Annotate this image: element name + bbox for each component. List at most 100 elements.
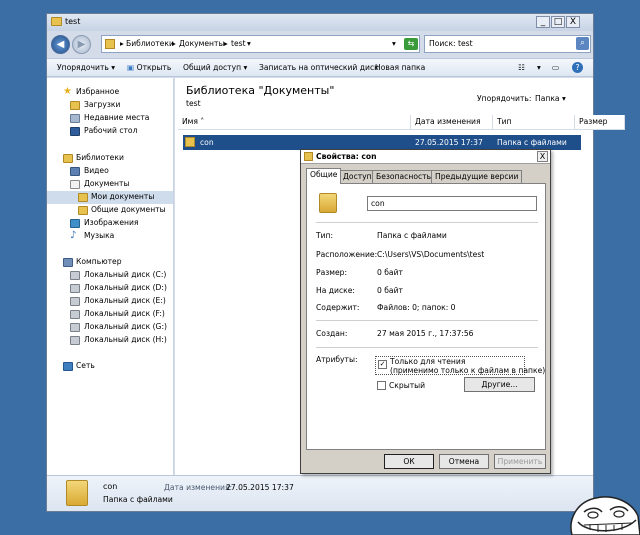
column-header-size[interactable]: Размер <box>575 115 625 130</box>
file-type: Папка с файлами <box>497 138 567 147</box>
column-header-date[interactable]: Дата изменения <box>411 115 493 130</box>
dialog-close-button[interactable]: X <box>537 151 548 162</box>
cancel-button[interactable]: Отмена <box>439 454 489 469</box>
apply-button[interactable]: Применить <box>494 454 546 469</box>
general-tab-panel: con Тип: Папка с файлами Расположение: C… <box>306 183 546 450</box>
created-label: Создан: <box>316 329 348 338</box>
separator <box>316 222 538 223</box>
star-icon: ★ <box>63 86 72 97</box>
column-header-type[interactable]: Тип <box>493 115 575 130</box>
preview-pane-icon[interactable]: ▭ <box>552 63 559 72</box>
recent-places-icon <box>70 114 80 123</box>
tab-sharing[interactable]: Доступ <box>339 170 376 183</box>
back-button[interactable]: ◀ <box>51 35 70 54</box>
library-subtitle: test <box>186 99 201 108</box>
nav-music[interactable]: ♪ Музыка <box>47 230 173 243</box>
contains-value: Файлов: 0; папок: 0 <box>377 303 456 312</box>
organize-label: Упорядочить <box>57 63 109 72</box>
column-header-name[interactable]: Имя ˄ <box>178 115 411 130</box>
nav-images-label: Изображения <box>84 218 139 227</box>
nav-network-label: Сеть <box>76 361 95 370</box>
library-title: Библиотека "Документы" <box>186 84 335 97</box>
nav-drive-g[interactable]: Локальный диск (G:) <box>47 321 173 334</box>
navigation-pane: ★ Избранное Загрузки Недавние места Рабо… <box>47 78 174 475</box>
drive-icon <box>70 323 80 332</box>
sort-up-icon: ˄ <box>200 117 205 126</box>
downloads-icon <box>70 101 80 110</box>
nav-public-documents[interactable]: Общие документы <box>47 204 173 217</box>
nav-drive-f[interactable]: Локальный диск (F:) <box>47 308 173 321</box>
open-button[interactable]: ▣ Открыть <box>127 63 171 72</box>
drive-icon <box>70 336 80 345</box>
nav-my-documents[interactable]: Мои документы <box>47 191 173 204</box>
chevron-down-icon[interactable]: ▾ <box>537 63 541 72</box>
ok-button[interactable]: ОК <box>384 454 434 469</box>
desktop-icon <box>70 127 80 136</box>
maximize-button[interactable]: □ <box>551 16 565 28</box>
nav-drive-c[interactable]: Локальный диск (C:) <box>47 269 173 282</box>
folder-large-icon <box>319 193 337 213</box>
nav-music-label: Музыка <box>84 231 115 240</box>
breadcrumb-test[interactable]: test <box>231 39 246 48</box>
drive-label: Локальный диск (D:) <box>84 283 167 292</box>
folder-name-input[interactable]: con <box>367 196 537 211</box>
details-name: con <box>103 482 118 491</box>
chevron-right-icon: ▸ <box>120 39 124 48</box>
history-dropdown-icon[interactable]: ▾ <box>392 39 396 48</box>
tab-general[interactable]: Общие <box>306 168 342 184</box>
drive-label: Локальный диск (E:) <box>84 296 166 305</box>
dialog-title-bar[interactable]: Свойства: con X <box>301 150 550 164</box>
drive-label: Локальный диск (H:) <box>84 335 167 344</box>
burn-button[interactable]: Записать на оптический диск <box>259 63 379 72</box>
new-folder-button[interactable]: Новая папка <box>375 63 425 72</box>
view-options-icon[interactable]: ☷ <box>518 63 525 72</box>
readonly-label-line2: (применимо только к файлам в папке) <box>390 366 546 375</box>
nav-favorites[interactable]: ★ Избранное <box>47 86 173 99</box>
nav-drive-e[interactable]: Локальный диск (E:) <box>47 295 173 308</box>
arrange-by-dropdown[interactable]: Папка ▾ <box>535 94 566 103</box>
title-bar[interactable]: test _ □ X <box>47 14 593 31</box>
nav-downloads[interactable]: Загрузки <box>47 99 173 112</box>
nav-drive-h[interactable]: Локальный диск (H:) <box>47 334 173 347</box>
nav-desktop[interactable]: Рабочий стол <box>47 125 173 138</box>
readonly-checkbox[interactable]: ✓ Только для чтения (применимо только к … <box>375 356 545 375</box>
address-bar[interactable]: ▸ Библиотеки ▸ Документы ▸ test ▾ ▾ ⇆ <box>101 35 420 53</box>
nav-desktop-label: Рабочий стол <box>84 126 138 135</box>
hidden-checkbox[interactable]: Скрытый <box>377 380 447 392</box>
minimize-button[interactable]: _ <box>536 16 550 28</box>
nav-video[interactable]: Видео <box>47 165 173 178</box>
properties-dialog: Свойства: con X Общие Доступ Безопасност… <box>300 149 551 474</box>
network-icon <box>63 362 73 371</box>
forward-button[interactable]: ▶ <box>72 35 91 54</box>
nav-libraries[interactable]: Библиотеки <box>47 152 173 165</box>
share-button[interactable]: Общий доступ ▾ <box>183 63 247 72</box>
open-label: Открыть <box>136 63 172 72</box>
video-icon <box>70 167 80 176</box>
hidden-label: Скрытый <box>389 381 426 390</box>
refresh-icon[interactable]: ⇆ <box>404 38 418 50</box>
nav-recent[interactable]: Недавние места <box>47 112 173 125</box>
advanced-attributes-button[interactable]: Другие... <box>464 377 535 392</box>
nav-drive-d[interactable]: Локальный диск (D:) <box>47 282 173 295</box>
breadcrumb-documents[interactable]: Документы <box>179 39 224 48</box>
nav-documents[interactable]: Документы <box>47 178 173 191</box>
help-icon[interactable]: ? <box>572 62 583 73</box>
nav-network[interactable]: Сеть <box>47 360 173 373</box>
breadcrumb-libraries[interactable]: Библиотеки <box>126 39 174 48</box>
tab-security[interactable]: Безопасность <box>372 170 436 183</box>
close-button[interactable]: X <box>566 16 580 28</box>
nav-video-label: Видео <box>84 166 109 175</box>
tab-previous-versions[interactable]: Предыдущие версии <box>431 170 523 183</box>
nav-computer[interactable]: Компьютер <box>47 256 173 269</box>
search-icon[interactable]: ⌕ <box>576 37 589 50</box>
search-placeholder: Поиск: test <box>429 39 473 48</box>
nav-public-documents-label: Общие документы <box>91 205 166 214</box>
nav-images[interactable]: Изображения <box>47 217 173 230</box>
file-row-con[interactable]: con 27.05.2015 17:37 Папка с файлами <box>183 135 581 150</box>
organize-button[interactable]: Упорядочить ▾ <box>57 63 115 72</box>
arrange-by-value: Папка <box>535 94 560 103</box>
search-input[interactable]: Поиск: test ⌕ <box>424 35 591 53</box>
size-value: 0 байт <box>377 268 403 277</box>
chevron-down-icon[interactable]: ▾ <box>247 39 251 48</box>
drive-icon <box>70 297 80 306</box>
